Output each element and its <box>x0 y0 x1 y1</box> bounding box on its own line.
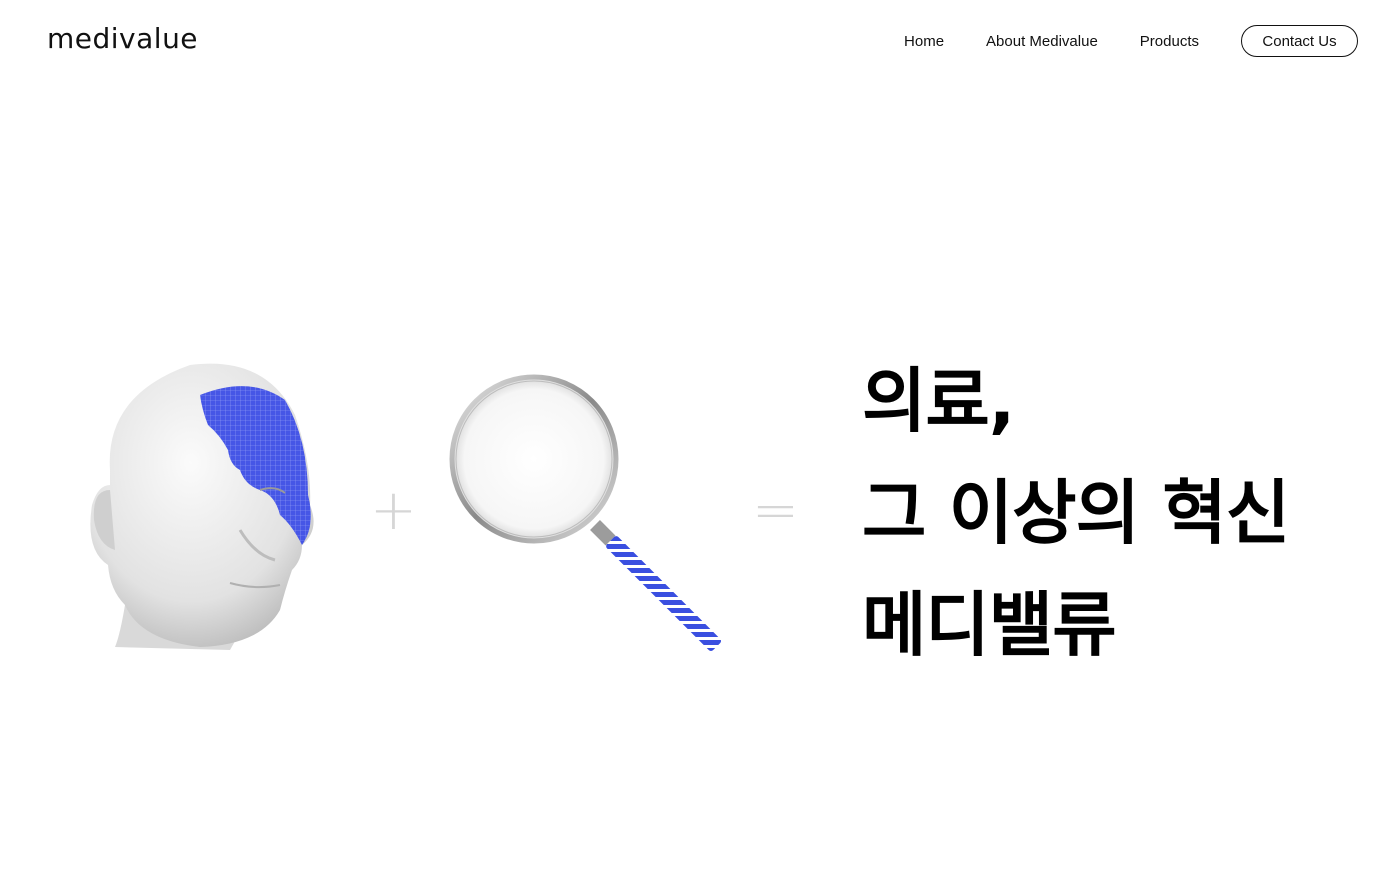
nav-home[interactable]: Home <box>904 33 944 50</box>
contact-button[interactable]: Contact Us <box>1241 25 1358 57</box>
plus-symbol: + <box>370 478 417 543</box>
headline-line-1: 의료, <box>862 360 1015 442</box>
headline-line-2: 그 이상의 혁신 <box>862 472 1290 554</box>
headline-line-3: 메디밸류 <box>862 584 1117 666</box>
nav-products[interactable]: Products <box>1140 33 1199 50</box>
main-nav: Home About Medivalue Products Contact Us <box>904 24 1358 58</box>
equals-symbol: = <box>752 478 799 543</box>
magnifier-icon <box>449 374 722 652</box>
nav-about[interactable]: About Medivalue <box>986 33 1098 50</box>
logo[interactable]: medivalue <box>47 22 198 55</box>
hero-headline: 의료, 그 이상의 혁신 메디밸류 <box>862 345 1290 681</box>
head-mesh-icon <box>90 363 314 650</box>
